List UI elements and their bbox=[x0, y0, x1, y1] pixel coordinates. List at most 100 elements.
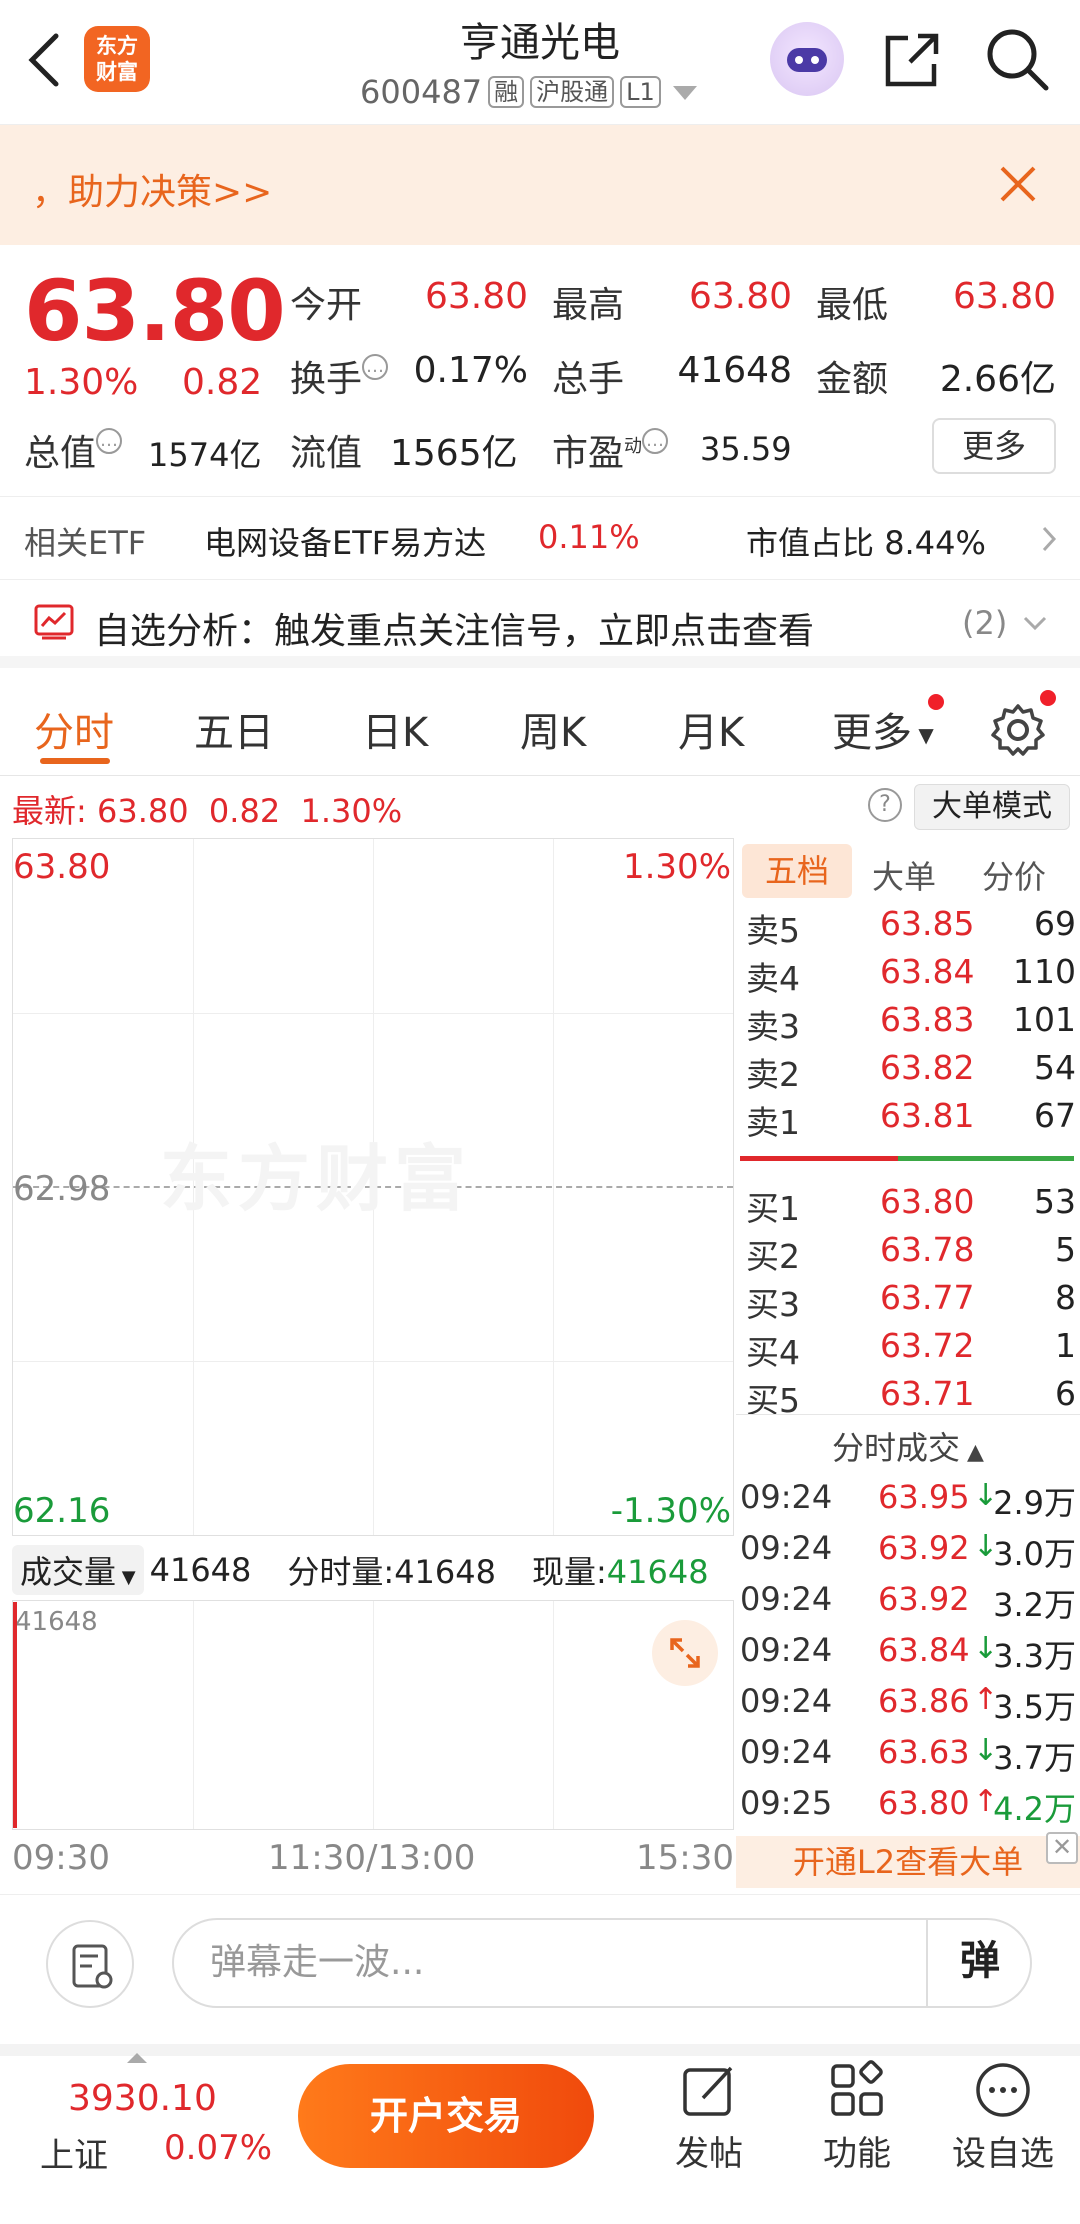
ask-level-label: 卖1 bbox=[746, 1103, 800, 1142]
etf-ratio: 市值占比 8.44% bbox=[746, 524, 986, 562]
chevron-down-icon[interactable] bbox=[1022, 614, 1048, 632]
index-value[interactable]: 3930.10 bbox=[68, 2078, 217, 2119]
bid-volume: 1 bbox=[1055, 1326, 1076, 1365]
active-tab-indicator bbox=[40, 758, 110, 764]
trades-header[interactable]: 分时成交 ▲ bbox=[736, 1414, 1080, 1472]
danmaku-input[interactable]: 弹幕走一波... bbox=[172, 1918, 1032, 2008]
dropdown-triangle-icon bbox=[672, 86, 697, 100]
trade-volume: 4.2万 bbox=[993, 1790, 1076, 1828]
trade-row: 09:25 63.80 ↑ 4.2万 bbox=[740, 1784, 1076, 1834]
ask-row[interactable]: 卖3 63.83 101 bbox=[740, 1000, 1080, 1048]
gear-icon[interactable] bbox=[990, 702, 1046, 758]
index-pct: 0.07% bbox=[164, 2128, 273, 2168]
bid-level-label: 买1 bbox=[746, 1189, 800, 1228]
time-axis: 09:30 11:30/13:00 15:30 bbox=[12, 1838, 734, 1882]
high-label: 最高 bbox=[552, 285, 625, 326]
tab-five-day[interactable]: 五日 bbox=[194, 700, 274, 758]
close-icon[interactable] bbox=[996, 162, 1040, 206]
ask-volume: 110 bbox=[1013, 952, 1076, 991]
chart-mid-price: 62.98 bbox=[13, 1169, 111, 1209]
trade-row: 09:24 63.63 ↓ 3.7万 bbox=[740, 1733, 1076, 1783]
ask-row[interactable]: 卖5 63.85 69 bbox=[740, 904, 1080, 952]
float-label: 流值 bbox=[290, 433, 363, 474]
bid-price: 63.78 bbox=[880, 1230, 975, 1269]
ask-row[interactable]: 卖1 63.81 67 bbox=[740, 1096, 1080, 1144]
tab-big-orders[interactable]: 大单 bbox=[872, 852, 936, 898]
volume-chart[interactable]: 41648 bbox=[12, 1600, 734, 1830]
analysis-count: (2) bbox=[962, 604, 1008, 642]
bid-volume: 6 bbox=[1055, 1374, 1076, 1413]
ask-level-label: 卖5 bbox=[746, 911, 800, 950]
info-icon[interactable]: … bbox=[642, 428, 669, 454]
ask-level-label: 卖3 bbox=[746, 1007, 800, 1046]
more-button[interactable]: 更多 bbox=[932, 418, 1056, 474]
bid-volume: 5 bbox=[1055, 1230, 1076, 1269]
trade-row: 09:24 63.86 ↑ 3.5万 bbox=[740, 1682, 1076, 1732]
tab-more[interactable]: 更多 ▼ bbox=[832, 700, 934, 758]
bid-level-label: 买3 bbox=[746, 1285, 800, 1324]
trade-row: 09:24 63.92 3.2万 bbox=[740, 1580, 1076, 1630]
functions-button[interactable]: 功能 bbox=[802, 2052, 912, 2212]
bid-level-label: 买2 bbox=[746, 1237, 800, 1276]
trade-time: 09:24 bbox=[740, 1682, 833, 1720]
trade-volume: 3.3万 bbox=[993, 1637, 1076, 1675]
ask-volume: 101 bbox=[1013, 1000, 1076, 1039]
grid-icon bbox=[831, 2060, 883, 2116]
index-name[interactable]: 上证 bbox=[40, 2128, 108, 2177]
more-dots-icon bbox=[976, 2063, 1030, 2117]
tag-connect: 沪股通 bbox=[530, 76, 615, 108]
latest-quote-line: 最新: 63.80 0.82 1.30% bbox=[12, 792, 403, 830]
etf-name[interactable]: 电网设备ETF易方达 bbox=[204, 518, 486, 564]
bid-row[interactable]: 买1 63.80 53 bbox=[740, 1182, 1080, 1230]
ask-row[interactable]: 卖2 63.82 54 bbox=[740, 1048, 1080, 1096]
analysis-text[interactable]: 自选分析：触发重点关注信号，立即点击查看 bbox=[94, 602, 814, 654]
tab-five-levels[interactable]: 五档 bbox=[742, 844, 852, 898]
info-icon[interactable]: … bbox=[96, 428, 123, 454]
caret-up-icon bbox=[127, 2053, 147, 2063]
ask-row[interactable]: 卖4 63.84 110 bbox=[740, 952, 1080, 1000]
trade-time: 09:24 bbox=[740, 1529, 833, 1567]
trade-volume: 3.2万 bbox=[993, 1586, 1076, 1624]
volume-total: 41648 bbox=[149, 1551, 252, 1589]
bid-row[interactable]: 买2 63.78 5 bbox=[740, 1230, 1080, 1278]
promo-banner-text[interactable]: ，助力决策>> bbox=[32, 163, 272, 215]
high-value: 63.80 bbox=[688, 276, 792, 317]
bid-row[interactable]: 买3 63.77 8 bbox=[740, 1278, 1080, 1326]
ask-price: 63.84 bbox=[880, 952, 975, 991]
upgrade-l2-button[interactable]: 开通L2查看大单 bbox=[736, 1836, 1080, 1888]
volume-indicator-select[interactable]: 成交量 ▼ bbox=[12, 1545, 144, 1595]
info-icon[interactable]: … bbox=[362, 354, 389, 380]
watermark-logo: 东方财富 bbox=[160, 1137, 473, 1221]
turnover-value: 0.17% bbox=[413, 350, 528, 391]
now-volume: 现量:41648 bbox=[531, 1553, 709, 1591]
tab-intraday[interactable]: 分时 bbox=[34, 700, 114, 758]
tab-price-dist[interactable]: 分价 bbox=[982, 852, 1046, 898]
current-price: 63.80 bbox=[24, 262, 286, 360]
turnover-label: 换手… bbox=[290, 350, 389, 402]
open-label: 今开 bbox=[290, 285, 363, 326]
danmaku-settings-icon[interactable] bbox=[46, 1920, 134, 2008]
post-button[interactable]: 发帖 bbox=[654, 2052, 764, 2212]
chart-bottom-pct: -1.30% bbox=[610, 1491, 731, 1531]
ask-volume: 69 bbox=[1034, 904, 1076, 943]
assistant-avatar-icon[interactable] bbox=[770, 22, 844, 96]
bid-row[interactable]: 买4 63.72 1 bbox=[740, 1326, 1080, 1374]
open-value: 63.80 bbox=[424, 276, 528, 317]
chevron-right-icon[interactable] bbox=[1040, 524, 1058, 554]
tab-daily-k[interactable]: 日K bbox=[362, 700, 428, 758]
big-order-mode-button[interactable]: 大单模式 bbox=[914, 784, 1070, 830]
open-account-trade-button[interactable]: 开户交易 bbox=[298, 2064, 594, 2168]
close-icon[interactable]: ✕ bbox=[1046, 1832, 1078, 1864]
fs-volume: 分时量:41648 bbox=[287, 1553, 496, 1591]
add-watchlist-button[interactable]: 设自选 bbox=[948, 2052, 1058, 2212]
danmaku-send-button[interactable]: 弹 bbox=[926, 1918, 1032, 2008]
help-icon[interactable]: ? bbox=[868, 788, 902, 822]
share-icon[interactable] bbox=[880, 28, 944, 92]
tab-weekly-k[interactable]: 周K bbox=[520, 700, 586, 758]
chart-tabs: 分时 五日 日K 周K 月K 更多 ▼ bbox=[0, 680, 1080, 776]
volume-label: 总手 bbox=[552, 359, 625, 400]
stock-code-line[interactable]: 600487 融 沪股通 L1 bbox=[360, 72, 699, 112]
search-icon[interactable] bbox=[984, 26, 1050, 92]
expand-icon[interactable] bbox=[652, 1620, 718, 1686]
tab-monthly-k[interactable]: 月K bbox=[678, 700, 744, 758]
